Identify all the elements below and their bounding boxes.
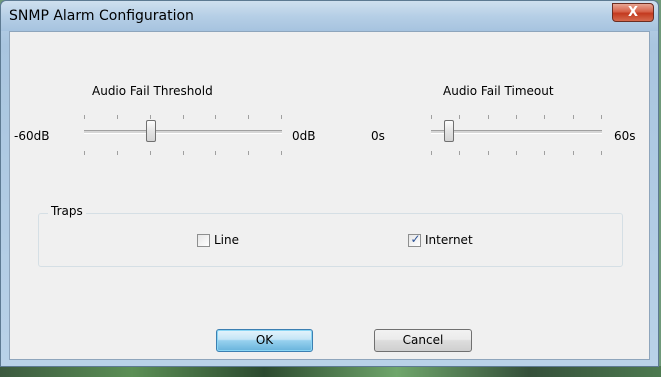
slider-tick [544, 115, 545, 119]
internet-check-icon: ✓ [410, 232, 421, 246]
threshold-slider[interactable] [84, 107, 282, 157]
timeout-slider-thumb[interactable] [444, 120, 454, 142]
timeout-label: Audio Fail Timeout [443, 84, 554, 98]
slider-tick [84, 151, 85, 155]
timeout-slider-track [431, 130, 602, 134]
line-checkbox-row[interactable]: Line [197, 233, 267, 249]
slider-tick [516, 151, 517, 155]
slider-tick [459, 151, 460, 155]
ok-button[interactable]: OK [216, 329, 313, 352]
slider-tick [488, 115, 489, 119]
slider-tick [150, 151, 151, 155]
title-bar[interactable]: SNMP Alarm Configuration X [1, 1, 658, 31]
slider-tick [117, 115, 118, 119]
slider-tick [544, 151, 545, 155]
slider-tick [431, 115, 432, 119]
slider-tick [601, 115, 602, 119]
cancel-button[interactable]: Cancel [374, 329, 472, 352]
slider-tick [601, 151, 602, 155]
slider-tick [516, 115, 517, 119]
traps-groupbox [38, 213, 623, 267]
threshold-label: Audio Fail Threshold [92, 84, 213, 98]
slider-tick [183, 151, 184, 155]
slider-tick [117, 151, 118, 155]
slider-tick [281, 115, 282, 119]
slider-tick [573, 115, 574, 119]
threshold-min-label: -60dB [14, 129, 50, 143]
close-button[interactable]: X [612, 3, 654, 22]
line-checkbox-label: Line [214, 233, 240, 247]
slider-tick [488, 151, 489, 155]
slider-tick [248, 115, 249, 119]
slider-tick [459, 115, 460, 119]
threshold-slider-thumb[interactable] [146, 120, 156, 142]
window-title: SNMP Alarm Configuration [9, 8, 194, 24]
slider-tick [150, 115, 151, 119]
slider-tick [431, 151, 432, 155]
internet-checkbox-label: Internet [425, 233, 473, 247]
slider-tick [215, 115, 216, 119]
slider-tick [248, 151, 249, 155]
dialog-client-area: Audio Fail Threshold -60dB 0dB Audio Fai… [9, 31, 650, 360]
threshold-max-label: 0dB [292, 129, 316, 143]
internet-checkbox[interactable]: ✓ [408, 232, 421, 247]
threshold-slider-track [84, 130, 282, 134]
timeout-min-label: 0s [371, 129, 385, 143]
timeout-max-label: 60s [614, 129, 636, 143]
slider-tick [84, 115, 85, 119]
slider-tick [183, 115, 184, 119]
internet-checkbox-row[interactable]: ✓ Internet [408, 232, 508, 249]
slider-tick [573, 151, 574, 155]
traps-group-label: Traps [48, 204, 86, 218]
slider-tick [215, 151, 216, 155]
dialog-window: SNMP Alarm Configuration X Audio Fail Th… [0, 0, 659, 367]
desktop-background [0, 366, 661, 377]
line-checkbox[interactable] [197, 234, 210, 247]
timeout-slider[interactable] [431, 107, 602, 157]
slider-tick [281, 151, 282, 155]
close-icon: X [627, 5, 639, 20]
